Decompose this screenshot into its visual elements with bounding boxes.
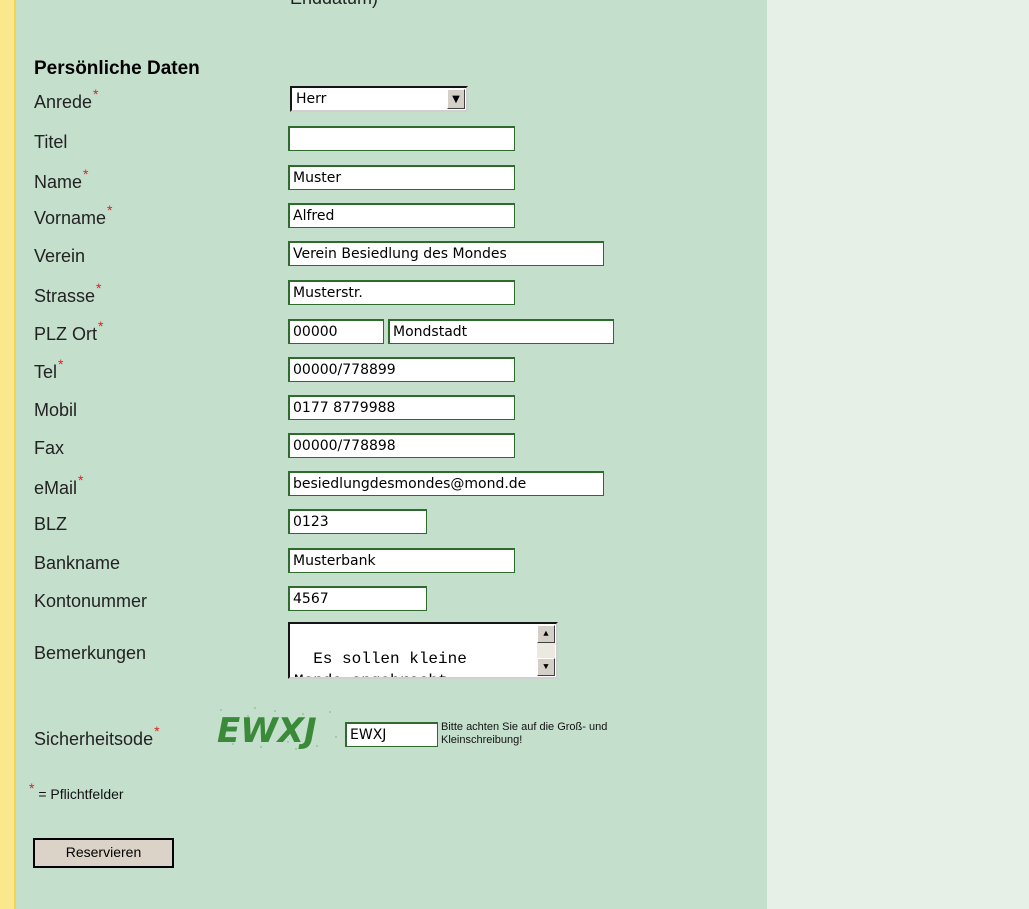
mobil-label: Mobil <box>34 400 78 420</box>
required-marker: * <box>96 280 102 296</box>
cut-off-text: Enddatum) <box>290 0 378 9</box>
required-marker: * <box>93 86 99 102</box>
strasse-field[interactable]: Musterstr. <box>288 280 515 305</box>
kontonummer-field[interactable]: 4567 <box>288 586 427 611</box>
textarea-scrollbar[interactable]: ▲ ▼ <box>537 625 555 676</box>
verein-label: Verein <box>34 246 86 266</box>
ort-field[interactable]: Mondstadt <box>388 319 614 344</box>
required-marker: * <box>98 318 104 334</box>
captcha-image: EWXJ <box>213 702 341 752</box>
captcha-note-line2: Kleinschreibung! <box>441 734 523 746</box>
vorname-label: Vorname* <box>34 202 113 228</box>
titel-field[interactable] <box>288 126 515 151</box>
reservieren-button[interactable]: Reservieren <box>33 838 174 868</box>
titel-label: Titel <box>34 132 68 152</box>
scroll-up-icon[interactable]: ▲ <box>537 625 555 643</box>
required-marker: * <box>107 202 113 218</box>
bemerkungen-textarea[interactable]: Es sollen kleine Monde angebracht ▲ ▼ <box>288 622 558 679</box>
required-marker: * <box>78 472 84 488</box>
chevron-down-icon[interactable]: ▼ <box>447 89 465 109</box>
fax-label: Fax <box>34 438 65 458</box>
vorname-field[interactable]: Alfred <box>288 203 515 228</box>
right-empty-pane <box>767 0 1029 909</box>
kontonummer-label: Kontonummer <box>34 591 148 611</box>
captcha-note: Bitte achten Sie auf die Groß- und Klein… <box>441 721 671 747</box>
captcha-char: EWXJ <box>217 711 317 751</box>
bemerkungen-label: Bemerkungen <box>34 643 147 663</box>
security-label: Sicherheitsode* <box>34 723 160 749</box>
name-field[interactable]: Muster <box>288 165 515 190</box>
anrede-select[interactable]: Herr ▼ <box>290 86 468 112</box>
strasse-label: Strasse* <box>34 280 102 306</box>
left-margin-strip <box>0 0 16 909</box>
required-marker: * <box>29 780 35 796</box>
required-marker: * <box>154 723 160 739</box>
anrede-label: Anrede* <box>34 86 99 112</box>
bankname-field[interactable]: Musterbank <box>288 548 515 573</box>
required-legend: * = Pflichtfelder <box>29 780 124 802</box>
captcha-note-line1: Bitte achten Sie auf die Groß- und <box>441 721 608 733</box>
verein-field[interactable]: Verein Besiedlung des Mondes <box>288 241 604 266</box>
email-label: eMail* <box>34 472 84 498</box>
scroll-down-icon[interactable]: ▼ <box>537 658 555 676</box>
anrede-selected-value: Herr <box>296 91 327 107</box>
bankname-label: Bankname <box>34 553 121 573</box>
plz-field[interactable]: 00000 <box>288 319 384 344</box>
bemerkungen-text: Es sollen kleine Monde angebracht <box>294 650 467 677</box>
plz-ort-label: PLZ Ort* <box>34 318 104 344</box>
security-code-field[interactable]: EWXJ <box>345 722 438 747</box>
tel-label: Tel* <box>34 356 64 382</box>
required-marker: * <box>83 166 89 182</box>
fax-field[interactable]: 00000/778898 <box>288 433 515 458</box>
required-marker: * <box>58 356 64 372</box>
mobil-field[interactable]: 0177 8779988 <box>288 395 515 420</box>
blz-label: BLZ <box>34 514 68 534</box>
tel-field[interactable]: 00000/778899 <box>288 357 515 382</box>
name-label: Name* <box>34 166 89 192</box>
section-title: Persönliche Daten <box>34 58 200 79</box>
blz-field[interactable]: 0123 <box>288 509 427 534</box>
email-field[interactable]: besiedlungdesmondes@mond.de <box>288 471 604 496</box>
